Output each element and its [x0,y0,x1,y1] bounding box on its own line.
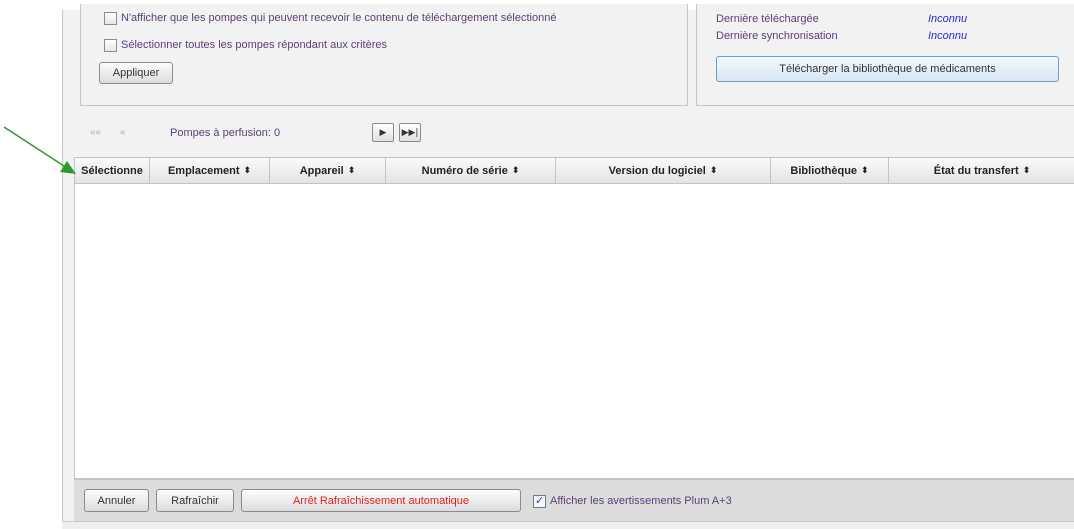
only-compatible-label: N'afficher que les pompes qui peuvent re… [121,12,557,24]
sort-icon: ⬍ [709,166,718,176]
only-compatible-checkbox[interactable] [104,11,117,25]
column-header[interactable]: État du transfert ⬍ [889,158,1074,184]
select-all-checkbox[interactable] [104,38,117,52]
library-panel: Dernière téléchargée Inconnu Dernière sy… [696,4,1074,106]
bottom-border [62,521,1074,529]
select-all-row[interactable]: Sélectionner toutes les pompes répondant… [104,37,387,53]
last-sync-value: Inconnu [928,30,968,42]
play-next-icon: ▶ [379,127,387,138]
sort-icon: ⬍ [347,166,356,176]
sort-icon: ⬍ [511,166,520,176]
refresh-button[interactable]: Rafraîchir [156,489,234,512]
prev-page-link[interactable]: « [120,127,126,138]
sort-icon: ⬍ [1022,166,1031,176]
column-header[interactable]: Version du logiciel ⬍ [556,158,771,184]
download-library-button[interactable]: Télécharger la bibliothèque de médicamen… [716,56,1059,82]
pump-table: Sélectionne Emplacement ⬍ Appareil ⬍ Numér… [74,157,1074,479]
pager: «« « Pompes à perfusion: 0 ▶ ▶▶| [80,122,440,144]
show-warnings-checkbox[interactable] [533,494,546,508]
only-compatible-row[interactable]: N'afficher que les pompes qui peuvent re… [104,10,556,26]
column-header[interactable]: Appareil ⬍ [270,158,386,184]
column-header[interactable]: Bibliothèque ⬍ [771,158,889,184]
select-all-label: Sélectionner toutes les pompes répondant… [121,39,387,51]
table-header: Sélectionne Emplacement ⬍ Appareil ⬍ Numér… [75,158,1074,184]
cancel-button[interactable]: Annuler [84,489,149,512]
filter-panel: N'afficher que les pompes qui peuvent re… [80,4,688,106]
show-warnings-label: Afficher les avertissements Plum A+3 [550,495,732,507]
column-header[interactable]: Emplacement ⬍ [150,158,270,184]
last-page-button[interactable]: ▶▶| [399,123,421,142]
next-page-button[interactable]: ▶ [372,123,394,142]
skip-last-icon: ▶▶| [401,127,419,138]
pump-count-label: Pompes à perfusion: 0 [170,127,281,139]
footer-toolbar: Annuler Rafraîchir Arrêt Rafraîchissemen… [74,479,1074,521]
sort-icon: ⬍ [861,166,869,176]
last-sync-label: Dernière synchronisation [716,30,838,42]
apply-button[interactable]: Appliquer [99,62,173,84]
last-downloaded-label: Dernière téléchargée [716,13,819,25]
sort-icon: ⬍ [243,166,252,176]
column-header[interactable]: Numéro de série ⬍ [386,158,556,184]
show-warnings-row[interactable]: Afficher les avertissements Plum A+3 [533,493,732,509]
last-downloaded-value: Inconnu [928,13,968,25]
first-page-link[interactable]: «« [90,127,101,138]
column-header[interactable]: Sélectionne [75,158,150,184]
stop-auto-refresh-button[interactable]: Arrêt Rafraîchissement automatique [241,489,521,512]
